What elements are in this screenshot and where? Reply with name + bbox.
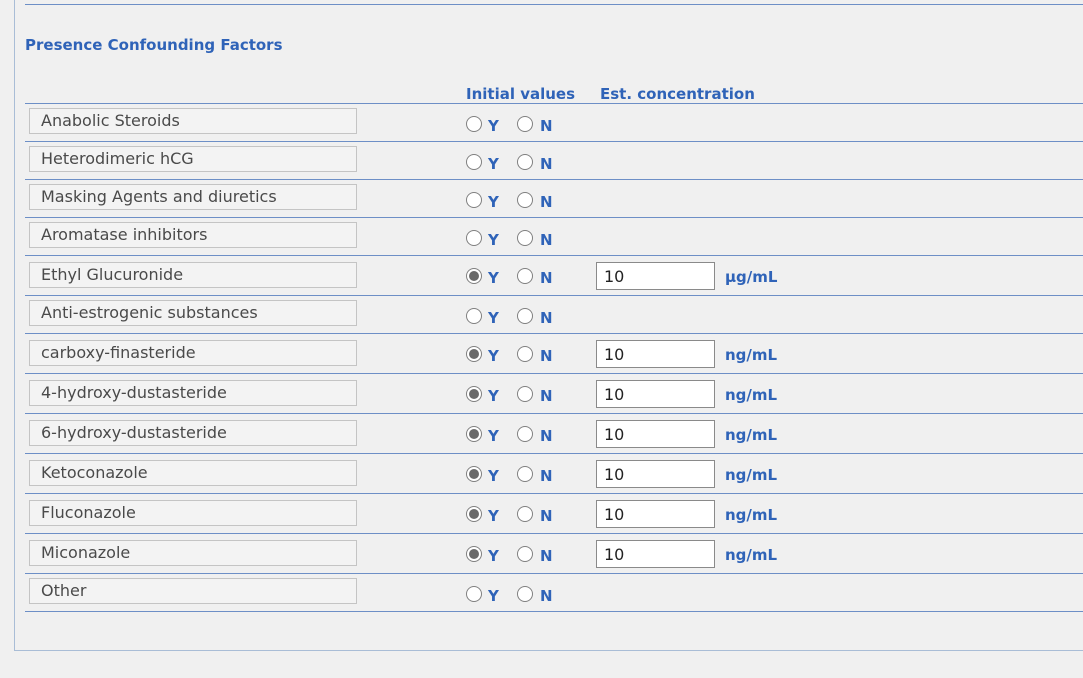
factor-label: 4-hydroxy-dustasteride — [29, 380, 357, 406]
yes-radio-label[interactable]: Y — [488, 231, 499, 249]
no-radio-label[interactable]: N — [540, 309, 553, 327]
factor-row: carboxy-finasteride Y Nng/mL — [25, 334, 1083, 374]
no-radio[interactable] — [517, 154, 533, 170]
factor-label: 6-hydroxy-dustasteride — [29, 420, 357, 446]
no-radio[interactable] — [517, 346, 533, 362]
factor-row: Miconazole Y Nng/mL — [25, 534, 1083, 574]
concentration-unit: ng/mL — [725, 386, 778, 404]
yes-radio[interactable] — [466, 586, 482, 602]
no-radio[interactable] — [517, 230, 533, 246]
yes-radio-label[interactable]: Y — [488, 587, 499, 605]
yes-radio[interactable] — [466, 308, 482, 324]
concentration-input[interactable] — [596, 500, 715, 528]
concentration-input[interactable] — [596, 262, 715, 290]
no-radio[interactable] — [517, 586, 533, 602]
yes-radio-label[interactable]: Y — [488, 347, 499, 365]
factor-row: Ketoconazole Y Nng/mL — [25, 454, 1083, 494]
initial-values-header: Initial values — [466, 85, 576, 103]
no-radio[interactable] — [517, 546, 533, 562]
yes-radio-label[interactable]: Y — [488, 309, 499, 327]
no-radio-label[interactable]: N — [540, 387, 553, 405]
yes-radio-label[interactable]: Y — [488, 427, 499, 445]
concentration-unit: ng/mL — [725, 546, 778, 564]
factor-label: Other — [29, 578, 357, 604]
est-concentration-header: Est. concentration — [600, 85, 755, 103]
factor-label: Heterodimeric hCG — [29, 146, 357, 172]
yes-radio[interactable] — [466, 386, 482, 402]
yes-radio[interactable] — [466, 192, 482, 208]
yes-radio[interactable] — [466, 346, 482, 362]
concentration-input[interactable] — [596, 460, 715, 488]
yes-radio-label[interactable]: Y — [488, 387, 499, 405]
factor-label: Anti-estrogenic substances — [29, 300, 357, 326]
no-radio[interactable] — [517, 386, 533, 402]
concentration-unit: ng/mL — [725, 466, 778, 484]
factor-row: Aromatase inhibitors Y N — [25, 218, 1083, 256]
yes-radio[interactable] — [466, 230, 482, 246]
no-radio-label[interactable]: N — [540, 467, 553, 485]
no-radio-label[interactable]: N — [540, 547, 553, 565]
factor-row: Masking Agents and diuretics Y N — [25, 180, 1083, 218]
yes-radio[interactable] — [466, 546, 482, 562]
factor-label: Miconazole — [29, 540, 357, 566]
no-radio-label[interactable]: N — [540, 269, 553, 287]
no-radio-label[interactable]: N — [540, 347, 553, 365]
no-radio-label[interactable]: N — [540, 427, 553, 445]
factor-row: Ethyl Glucuronide Y Nµg/mL — [25, 256, 1083, 296]
concentration-unit: ng/mL — [725, 426, 778, 444]
yes-radio[interactable] — [466, 426, 482, 442]
yes-radio-label[interactable]: Y — [488, 155, 499, 173]
yes-radio[interactable] — [466, 466, 482, 482]
no-radio[interactable] — [517, 116, 533, 132]
yes-radio-label[interactable]: Y — [488, 117, 499, 135]
no-radio[interactable] — [517, 506, 533, 522]
yes-radio-label[interactable]: Y — [488, 193, 499, 211]
top-divider — [25, 4, 1083, 5]
no-radio-label[interactable]: N — [540, 587, 553, 605]
factor-row: Other Y N — [25, 574, 1083, 612]
concentration-input[interactable] — [596, 540, 715, 568]
concentration-unit: ng/mL — [725, 346, 778, 364]
concentration-input[interactable] — [596, 380, 715, 408]
yes-radio[interactable] — [466, 154, 482, 170]
section-title: Presence Confounding Factors — [25, 36, 283, 54]
yes-radio[interactable] — [466, 268, 482, 284]
factor-label: Anabolic Steroids — [29, 108, 357, 134]
no-radio-label[interactable]: N — [540, 231, 553, 249]
yes-radio[interactable] — [466, 116, 482, 132]
factor-row: Heterodimeric hCG Y N — [25, 142, 1083, 180]
no-radio[interactable] — [517, 308, 533, 324]
factor-label: Masking Agents and diuretics — [29, 184, 357, 210]
no-radio[interactable] — [517, 466, 533, 482]
no-radio-label[interactable]: N — [540, 507, 553, 525]
factor-label: Ethyl Glucuronide — [29, 262, 357, 288]
concentration-unit: µg/mL — [725, 268, 778, 286]
no-radio-label[interactable]: N — [540, 193, 553, 211]
concentration-input[interactable] — [596, 340, 715, 368]
factor-row: Anabolic Steroids Y N — [25, 104, 1083, 142]
factor-row: Anti-estrogenic substances Y N — [25, 296, 1083, 334]
factor-label: carboxy-finasteride — [29, 340, 357, 366]
factor-row: 6-hydroxy-dustasteride Y Nng/mL — [25, 414, 1083, 454]
concentration-input[interactable] — [596, 420, 715, 448]
yes-radio[interactable] — [466, 506, 482, 522]
no-radio-label[interactable]: N — [540, 155, 553, 173]
yes-radio-label[interactable]: Y — [488, 547, 499, 565]
factor-label: Ketoconazole — [29, 460, 357, 486]
no-radio[interactable] — [517, 268, 533, 284]
no-radio-label[interactable]: N — [540, 117, 553, 135]
yes-radio-label[interactable]: Y — [488, 269, 499, 287]
no-radio[interactable] — [517, 192, 533, 208]
factor-row: 4-hydroxy-dustasteride Y Nng/mL — [25, 374, 1083, 414]
factor-row: Fluconazole Y Nng/mL — [25, 494, 1083, 534]
no-radio[interactable] — [517, 426, 533, 442]
concentration-unit: ng/mL — [725, 506, 778, 524]
yes-radio-label[interactable]: Y — [488, 507, 499, 525]
factor-label: Aromatase inhibitors — [29, 222, 357, 248]
factor-label: Fluconazole — [29, 500, 357, 526]
yes-radio-label[interactable]: Y — [488, 467, 499, 485]
